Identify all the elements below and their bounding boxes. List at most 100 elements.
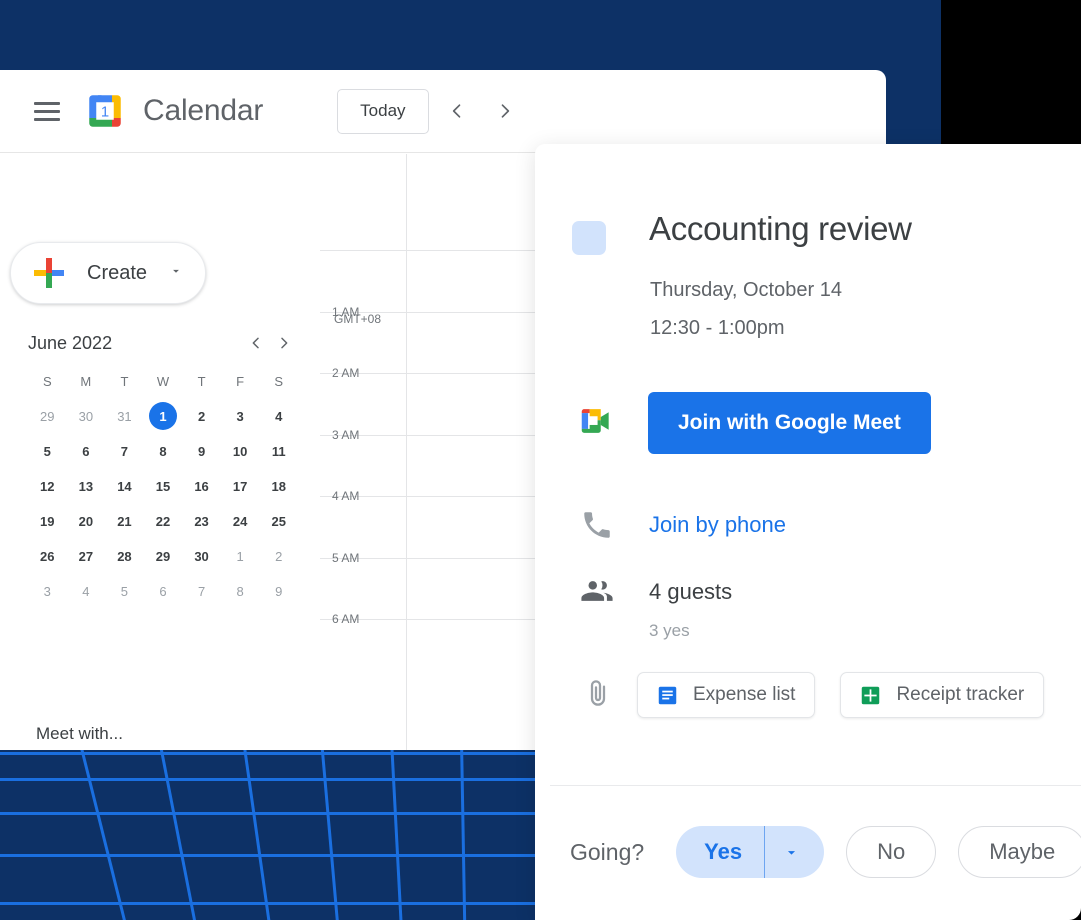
mini-calendar-date-cell[interactable]: 30 bbox=[67, 403, 106, 429]
mini-calendar-date-cell[interactable]: 3 bbox=[221, 403, 260, 429]
mini-calendar-date-cell[interactable]: 28 bbox=[105, 543, 144, 569]
mini-calendar-date-cell[interactable]: 7 bbox=[182, 578, 221, 604]
mini-calendar-date-cell[interactable]: 8 bbox=[221, 578, 260, 604]
mini-calendar-date-cell[interactable]: 9 bbox=[259, 578, 298, 604]
app-brand-title: Calendar bbox=[143, 94, 264, 127]
mini-calendar-date-cell[interactable]: 3 bbox=[28, 578, 67, 604]
google-plus-icon bbox=[31, 255, 67, 291]
perspective-grid-line bbox=[0, 812, 535, 815]
mini-calendar-date-cell[interactable]: 20 bbox=[67, 508, 106, 534]
attachment-chip-label: Receipt tracker bbox=[896, 684, 1025, 705]
mini-calendar-date-cell[interactable]: 22 bbox=[144, 508, 183, 534]
join-by-phone-link[interactable]: Join by phone bbox=[649, 512, 786, 538]
google-sheets-icon bbox=[860, 685, 881, 706]
today-button[interactable]: Today bbox=[337, 88, 429, 134]
mini-calendar-date-cell[interactable]: 6 bbox=[144, 578, 183, 604]
mini-calendar-grid: S M T W T F S 29 30 31 1 2 3 4 5 6 7 8 9 10 11 12 13 14 15 16 17 18… bbox=[28, 368, 298, 604]
mini-calendar: June 2022 S M T W T F S 29 30 31 1 2 3 4 5 6 7 8 9 10 11 12 13… bbox=[28, 326, 298, 604]
mini-calendar-prev-icon[interactable] bbox=[242, 329, 270, 357]
event-time: 12:30 - 1:00pm bbox=[650, 317, 785, 339]
mini-calendar-month-label: June 2022 bbox=[28, 332, 113, 353]
perspective-grid-line bbox=[320, 750, 343, 920]
mini-calendar-date-cell[interactable]: 26 bbox=[28, 543, 67, 569]
attachment-chip[interactable]: Receipt tracker bbox=[840, 672, 1045, 718]
mini-calendar-date-cell[interactable]: 4 bbox=[67, 578, 106, 604]
mini-calendar-day-header: T bbox=[197, 373, 206, 389]
create-button-label: Create bbox=[87, 261, 148, 284]
rsvp-maybe-button[interactable]: Maybe bbox=[958, 826, 1081, 878]
mini-calendar-date-cell[interactable]: 13 bbox=[67, 473, 106, 499]
google-meet-icon bbox=[577, 402, 615, 440]
mini-calendar-date-cell[interactable]: 9 bbox=[182, 438, 221, 464]
next-period-icon[interactable] bbox=[485, 91, 525, 131]
rsvp-yes-group[interactable]: Yes bbox=[676, 826, 825, 878]
chevron-down-icon[interactable] bbox=[765, 844, 824, 861]
calendar-top-bar: 1 Calendar Today bbox=[0, 70, 886, 153]
mini-calendar-date-cell[interactable]: 1 bbox=[221, 543, 260, 569]
mini-calendar-date-cell[interactable]: 15 bbox=[144, 473, 183, 499]
perspective-grid-line bbox=[0, 778, 535, 781]
decorative-perspective-grid bbox=[0, 750, 535, 920]
hamburger-menu-icon[interactable] bbox=[34, 101, 60, 121]
mini-calendar-day-header: M bbox=[80, 373, 92, 389]
grid-hour-label: 3 AM bbox=[332, 427, 360, 442]
mini-calendar-date-cell[interactable]: 5 bbox=[28, 438, 67, 464]
google-docs-icon bbox=[657, 685, 678, 706]
mini-calendar-date-cell[interactable]: 5 bbox=[105, 578, 144, 604]
mini-calendar-date-cell[interactable]: 11 bbox=[259, 438, 298, 464]
event-title: Accounting review bbox=[649, 210, 912, 247]
mini-calendar-date-cell[interactable]: 10 bbox=[221, 438, 260, 464]
create-button[interactable]: Create bbox=[10, 242, 207, 304]
meet-with-label: Meet with... bbox=[36, 724, 123, 743]
attachment-chip[interactable]: Expense list bbox=[637, 672, 816, 718]
mini-calendar-date-cell[interactable]: 30 bbox=[182, 543, 221, 569]
people-icon bbox=[578, 572, 616, 610]
mini-calendar-date-cell[interactable]: 7 bbox=[105, 438, 144, 464]
guest-response-label: 3 yes bbox=[649, 621, 690, 640]
mini-calendar-day-header: F bbox=[236, 373, 245, 389]
mini-calendar-date-cell[interactable]: 17 bbox=[221, 473, 260, 499]
rsvp-no-button[interactable]: No bbox=[846, 826, 937, 878]
mini-calendar-next-icon[interactable] bbox=[270, 329, 298, 357]
mini-calendar-date-cell[interactable]: 25 bbox=[259, 508, 298, 534]
mini-calendar-date-cell[interactable]: 31 bbox=[105, 403, 144, 429]
mini-calendar-day-header: S bbox=[274, 373, 284, 389]
mini-calendar-date-cell[interactable]: 27 bbox=[67, 543, 106, 569]
mini-calendar-date-cell[interactable]: 4 bbox=[259, 403, 298, 429]
paperclip-icon bbox=[579, 674, 617, 714]
mini-calendar-date-cell[interactable]: 16 bbox=[182, 473, 221, 499]
previous-period-icon[interactable] bbox=[437, 91, 477, 131]
mini-calendar-date-cell[interactable]: 2 bbox=[182, 403, 221, 429]
mini-calendar-date-cell[interactable]: 12 bbox=[28, 473, 67, 499]
guest-count-label: 4 guests bbox=[649, 579, 733, 604]
mini-calendar-date-cell[interactable]: 6 bbox=[67, 438, 106, 464]
mini-calendar-day-header: T bbox=[120, 373, 129, 389]
mini-calendar-date-cell[interactable]: 29 bbox=[28, 403, 67, 429]
mini-calendar-day-header: W bbox=[156, 373, 170, 389]
mini-calendar-header: June 2022 bbox=[28, 326, 298, 360]
calendar-logo-day-number: 1 bbox=[101, 104, 109, 120]
mini-calendar-date-cell[interactable]: 14 bbox=[105, 473, 144, 499]
perspective-grid-line bbox=[158, 750, 203, 920]
event-details-popup: Accounting review Thursday, October 14 1… bbox=[535, 144, 1081, 920]
join-with-google-meet-button[interactable]: Join with Google Meet bbox=[648, 392, 931, 454]
google-calendar-logo-icon: 1 bbox=[84, 90, 126, 132]
rsvp-question: Going? bbox=[570, 838, 645, 865]
event-date: Thursday, October 14 bbox=[650, 279, 842, 301]
mini-calendar-date-cell[interactable]: 19 bbox=[28, 508, 67, 534]
mini-calendar-date-cell[interactable]: 21 bbox=[105, 508, 144, 534]
mini-calendar-date-cell[interactable]: 24 bbox=[221, 508, 260, 534]
event-color-swatch bbox=[572, 221, 606, 255]
mini-calendar-date-cell[interactable]: 23 bbox=[182, 508, 221, 534]
mini-calendar-date-cell[interactable]: 2 bbox=[259, 543, 298, 569]
mini-calendar-date-cell[interactable]: 29 bbox=[144, 543, 183, 569]
chevron-down-icon bbox=[169, 264, 183, 283]
rsvp-yes-button[interactable]: Yes bbox=[676, 839, 764, 865]
mini-calendar-day-header: S bbox=[42, 373, 52, 389]
mini-calendar-date-cell[interactable]: 8 bbox=[144, 438, 183, 464]
grid-hour-label: 6 AM bbox=[332, 612, 360, 626]
mini-calendar-date-cell[interactable]: 1 bbox=[144, 402, 183, 430]
mini-calendar-date-cell[interactable]: 18 bbox=[259, 473, 298, 499]
perspective-grid-line bbox=[242, 750, 276, 920]
perspective-grid-line bbox=[0, 854, 535, 857]
